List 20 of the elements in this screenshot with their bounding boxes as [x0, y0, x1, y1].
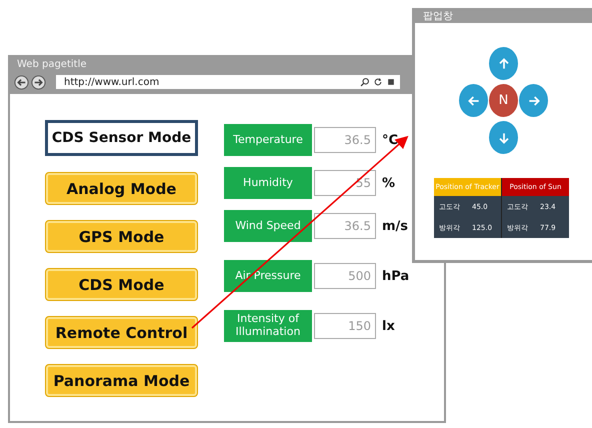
popup-title: 팝업창: [423, 12, 453, 22]
mode-button[interactable]: Analog Mode: [45, 172, 198, 205]
sensor-label: Humidity: [224, 167, 312, 199]
mode-button[interactable]: Panorama Mode: [45, 364, 198, 397]
unit-label: m/s: [382, 218, 408, 234]
unit-label: hPa: [382, 268, 410, 284]
mode-title: CDS Sensor Mode: [45, 120, 198, 156]
sensor-label: Wind Speed: [224, 210, 312, 242]
unit-label: lx: [382, 318, 395, 334]
center-button[interactable]: N: [489, 84, 518, 117]
mode-button[interactable]: CDS Mode: [45, 268, 198, 301]
sensor-label: Air Pressure: [224, 260, 312, 292]
unit-label: °C: [382, 132, 398, 148]
window-title: Web pagetitle: [17, 59, 87, 70]
address-field[interactable]: http://www.url.com: [56, 75, 400, 89]
unit-label: %: [382, 176, 396, 190]
sensor-label: Intensity of Illumination: [224, 310, 312, 342]
sensor-label: Temperature: [224, 124, 312, 156]
mode-button[interactable]: GPS Mode: [45, 220, 198, 253]
mode-button[interactable]: Remote Control: [45, 316, 198, 349]
